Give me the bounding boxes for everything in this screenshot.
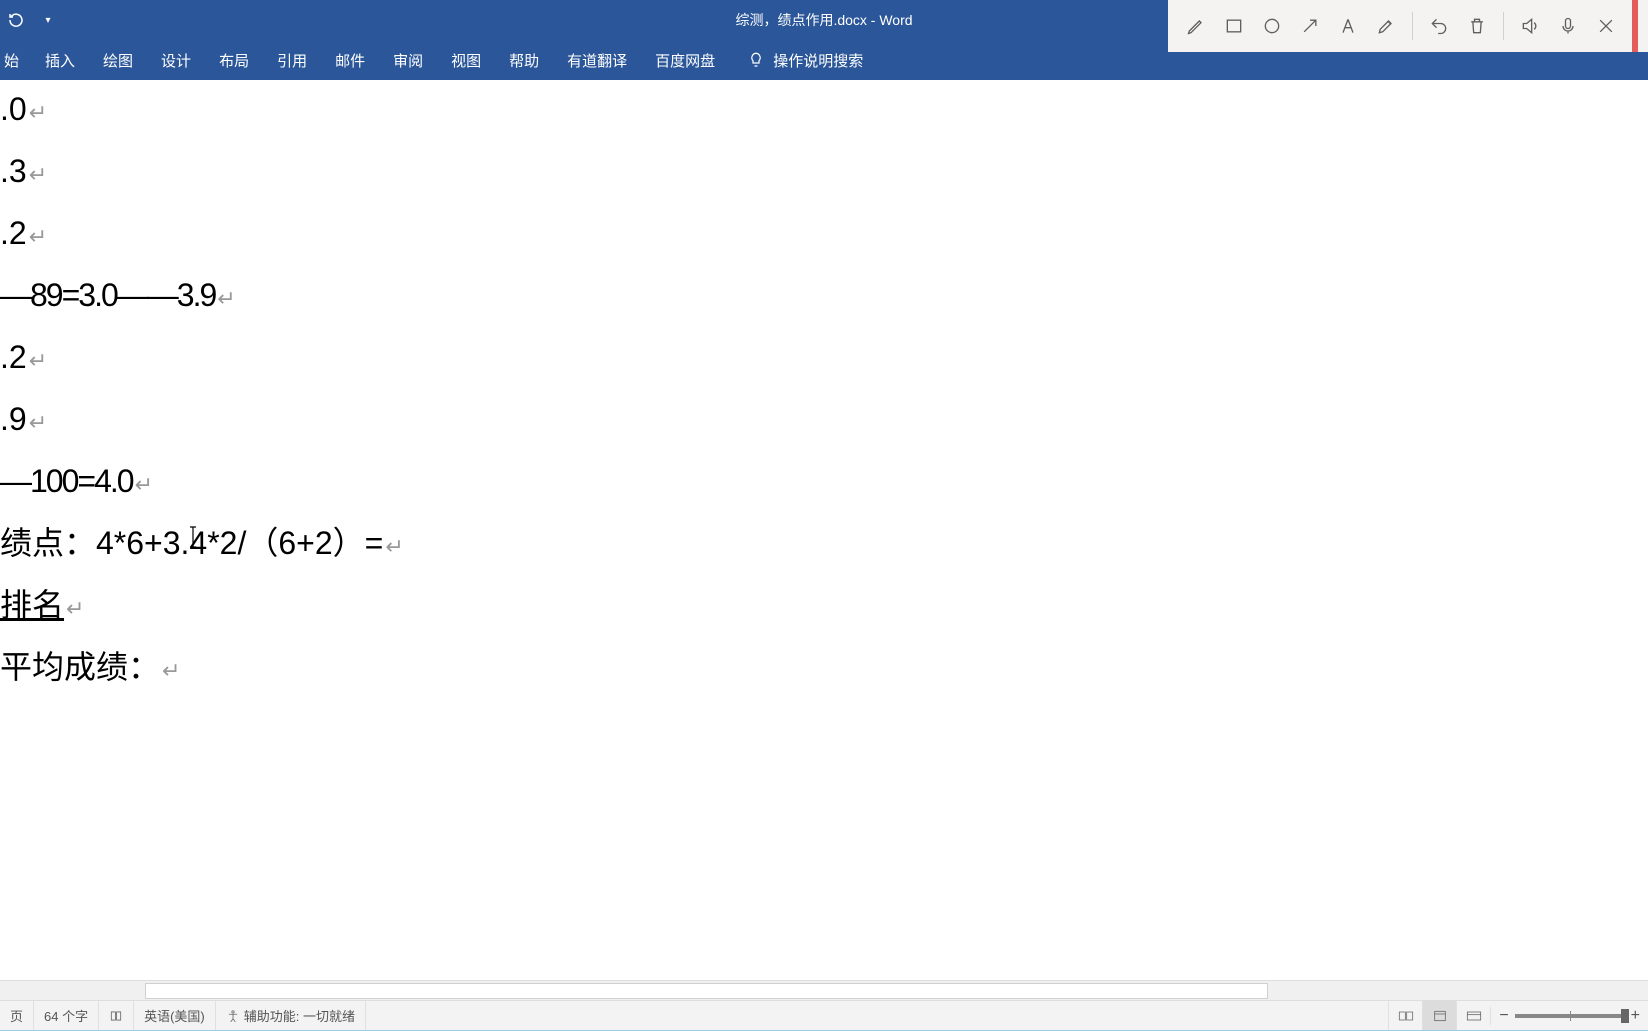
zoom-control[interactable]: − + (1490, 1007, 1648, 1025)
separator (1412, 12, 1413, 40)
document-title: 综测，绩点作用.docx - Word (735, 10, 912, 30)
language-indicator[interactable]: 英语(美国) (134, 1001, 216, 1031)
tab-design[interactable]: 设计 (147, 40, 205, 80)
tab-mailings[interactable]: 邮件 (321, 40, 379, 80)
tab-draw[interactable]: 绘图 (89, 40, 147, 80)
document-area[interactable]: .0↵ .3↵ .2↵ —89=3.0——3.9↵ .2↵ .9↵ —100=4… (0, 80, 1648, 1000)
annotation-toolbar (1168, 0, 1648, 52)
text-line[interactable]: .0↵ (0, 80, 1648, 142)
text-line[interactable]: 排名↵ (0, 576, 1648, 638)
word-count[interactable]: 64 个字 (34, 1001, 99, 1031)
text-line[interactable]: .2↵ (0, 328, 1648, 390)
quick-access-toolbar: ▾ (0, 8, 60, 32)
sound-icon[interactable] (1512, 8, 1548, 44)
text-icon[interactable] (1330, 8, 1366, 44)
web-layout-button[interactable] (1456, 1001, 1490, 1031)
document-page: .0↵ .3↵ .2↵ —89=3.0——3.9↵ .2↵ .9↵ —100=4… (0, 80, 1648, 700)
tab-review[interactable]: 审阅 (379, 40, 437, 80)
arrow-icon[interactable] (1292, 8, 1328, 44)
page-indicator[interactable]: 页 (0, 1001, 34, 1031)
paragraph-mark-icon: ↵ (385, 518, 403, 576)
zoom-slider[interactable] (1515, 1014, 1625, 1018)
paragraph-mark-icon: ↵ (66, 580, 84, 638)
zoom-in-button[interactable]: + (1631, 1007, 1640, 1025)
text-line[interactable]: 平均成绩： ↵ (0, 638, 1648, 700)
zoom-thumb[interactable] (1621, 1009, 1629, 1023)
paragraph-mark-icon: ↵ (29, 146, 47, 204)
tab-view[interactable]: 视图 (437, 40, 495, 80)
text-line[interactable]: .3↵ (0, 142, 1648, 204)
tell-me-label: 操作说明搜索 (773, 50, 863, 71)
tab-help[interactable]: 帮助 (495, 40, 553, 80)
close-icon[interactable] (1588, 8, 1624, 44)
pen-icon[interactable] (1178, 8, 1214, 44)
text-line[interactable]: 绩点：4*6+3.4*2/（6+2）=↵ (0, 514, 1648, 576)
status-bar: 页 64 个字 英语(美国) 辅助功能: 一切就绪 − + (0, 1000, 1648, 1030)
text-cursor (189, 525, 197, 554)
tab-references[interactable]: 引用 (263, 40, 321, 80)
text-line[interactable]: —100=4.0↵ (0, 452, 1648, 514)
circle-icon[interactable] (1254, 8, 1290, 44)
text-line[interactable]: —89=3.0——3.9↵ (0, 266, 1648, 328)
text-line[interactable]: .2↵ (0, 204, 1648, 266)
tab-layout[interactable]: 布局 (205, 40, 263, 80)
highlighter-icon[interactable] (1368, 8, 1404, 44)
undo-icon[interactable] (1421, 8, 1457, 44)
tab-insert[interactable]: 插入 (31, 40, 89, 80)
book-icon (109, 1009, 123, 1023)
tell-me-search[interactable]: 操作说明搜索 (747, 50, 863, 71)
paragraph-mark-icon: ↵ (29, 84, 47, 142)
accessibility-icon (226, 1009, 240, 1023)
delete-icon[interactable] (1459, 8, 1495, 44)
qat-dropdown-icon[interactable]: ▾ (36, 8, 60, 32)
paragraph-mark-icon: ↵ (162, 642, 180, 700)
horizontal-scrollbar[interactable] (0, 980, 1648, 1000)
paragraph-mark-icon: ↵ (29, 208, 47, 266)
record-edge-indicator (1632, 0, 1638, 52)
microphone-icon[interactable] (1550, 8, 1586, 44)
rectangle-icon[interactable] (1216, 8, 1252, 44)
paragraph-mark-icon: ↵ (217, 270, 235, 328)
spellcheck-indicator[interactable] (99, 1001, 134, 1031)
redo-icon[interactable] (4, 8, 28, 32)
read-mode-button[interactable] (1388, 1001, 1422, 1031)
paragraph-mark-icon: ↵ (135, 456, 153, 514)
scrollbar-track[interactable] (145, 983, 1268, 999)
tab-home[interactable]: 始 (0, 40, 31, 80)
separator (1503, 12, 1504, 40)
tab-youdao[interactable]: 有道翻译 (553, 40, 641, 80)
status-right-group: − + (1388, 1001, 1648, 1031)
paragraph-mark-icon: ↵ (29, 332, 47, 390)
text-line[interactable]: .9↵ (0, 390, 1648, 452)
lightbulb-icon (747, 51, 765, 69)
print-layout-button[interactable] (1422, 1001, 1456, 1031)
paragraph-mark-icon: ↵ (29, 394, 47, 452)
accessibility-indicator[interactable]: 辅助功能: 一切就绪 (216, 1001, 366, 1031)
tab-baidu[interactable]: 百度网盘 (641, 40, 729, 80)
zoom-out-button[interactable]: − (1499, 1007, 1508, 1025)
